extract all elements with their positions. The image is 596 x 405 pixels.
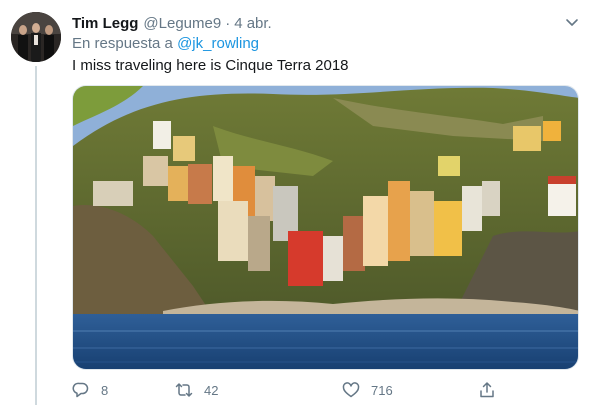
- author-name[interactable]: Tim Legg: [72, 15, 138, 32]
- reply-context: En respuesta a @jk_rowling: [72, 35, 259, 52]
- share-icon: [480, 382, 494, 398]
- reply-count: 8: [101, 382, 109, 398]
- tweet-card[interactable]: Tim Legg @Legume9 · 4 abr. En respuesta …: [0, 0, 596, 405]
- tweet-text: I miss traveling here is Cinque Terra 20…: [72, 57, 349, 74]
- separator-dot: ·: [225, 14, 231, 32]
- tweet-date[interactable]: 4 abr.: [234, 15, 272, 32]
- heart-icon: [342, 382, 360, 398]
- like-count: 716: [371, 382, 393, 398]
- chevron-down-icon[interactable]: [564, 14, 580, 30]
- reply-button[interactable]: 8: [72, 380, 108, 400]
- retweet-button[interactable]: 42: [175, 380, 218, 400]
- reply-icon: [72, 382, 89, 398]
- tweet-header: Tim Legg @Legume9 · 4 abr.: [72, 13, 272, 33]
- retweet-icon: [175, 383, 193, 397]
- reply-prefix: En respuesta a: [72, 35, 173, 52]
- action-bar: 8 42 716: [72, 380, 502, 400]
- author-handle[interactable]: @Legume9: [143, 15, 221, 32]
- thread-line: [35, 66, 37, 405]
- like-button[interactable]: 716: [342, 380, 393, 400]
- share-button[interactable]: [478, 380, 507, 400]
- reply-to-link[interactable]: @jk_rowling: [177, 35, 259, 52]
- tweet-photo[interactable]: [72, 85, 579, 370]
- avatar[interactable]: [11, 12, 61, 62]
- retweet-count: 42: [204, 382, 219, 398]
